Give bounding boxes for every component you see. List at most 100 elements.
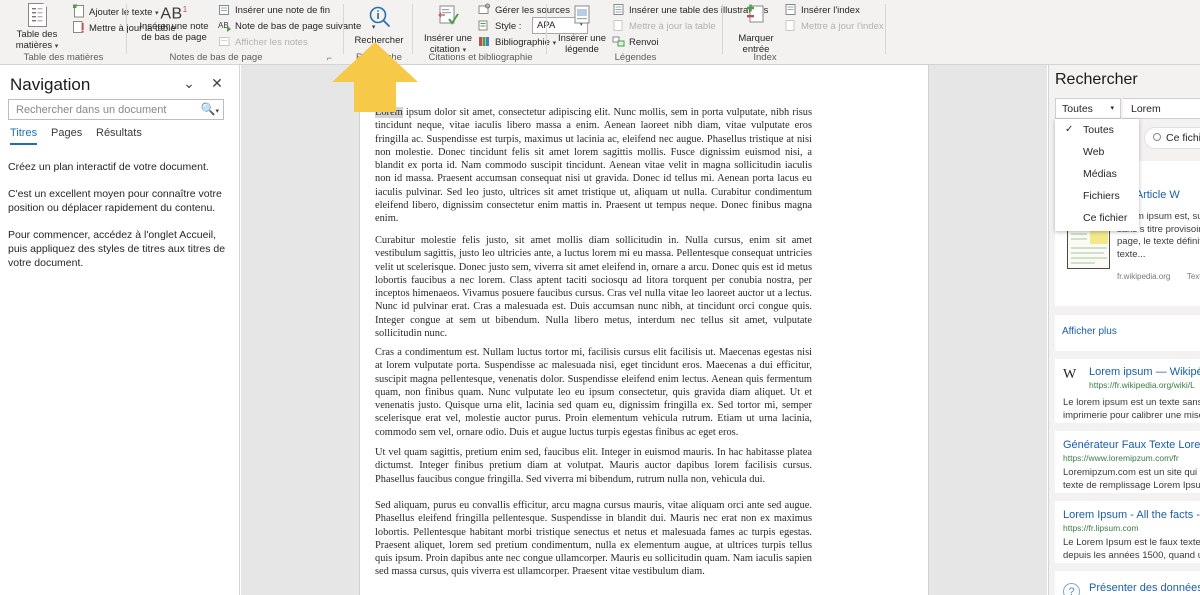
researcher-pane: Rechercher Toutes ▾ Ce fichier ✓ Toutes … xyxy=(1048,65,1200,595)
researcher-scope-value: Toutes xyxy=(1062,103,1093,115)
nav-hint-3: Pour commencer, accédez à l'onglet Accue… xyxy=(8,229,226,269)
document-paragraph-1[interactable]: Lorem ipsum dolor sit amet, consectetur … xyxy=(375,106,812,226)
ribbon-group-footnotes: AB1 Insérer une note de bas de page Insé… xyxy=(128,0,375,64)
show-notes-button: Afficher les notes xyxy=(218,35,308,50)
insert-index-button[interactable]: Insérer l'index xyxy=(784,3,860,18)
table-of-contents-label-1: Table des xyxy=(16,29,58,40)
researcher-this-file-chip[interactable]: Ce fichier xyxy=(1144,127,1200,149)
menu-item-toutes-label: Toutes xyxy=(1083,124,1114,136)
insert-caption-button[interactable]: Insérer une légende xyxy=(554,4,610,55)
result-url-wikipedia-link: https://fr.wikipedia.org/wiki/L xyxy=(1089,380,1195,390)
ribbon-references-tab: Table des matières ▾ Ajouter le texte ▾ xyxy=(0,0,1200,65)
result-head-microsoft-support[interactable]: Présenter des données d graphique - Supp… xyxy=(1089,581,1200,595)
insert-endnote-icon xyxy=(218,3,232,17)
navigation-empty-state: Créez un plan interactif de votre docume… xyxy=(8,160,232,283)
insert-table-of-figures-icon xyxy=(612,3,626,17)
citation-style-row: Style : xyxy=(478,19,521,34)
result-snippet-loremipzum: Loremipzum.com est un site qui vous text… xyxy=(1063,467,1200,491)
nav-tab-results[interactable]: Résultats xyxy=(96,127,142,143)
result-title-microsoft-support[interactable]: Présenter des données d graphique - Supp… xyxy=(1089,581,1200,595)
group-label-index: Index xyxy=(753,52,777,63)
table-of-contents-button[interactable]: Table des matières ▾ xyxy=(8,3,66,52)
document-paragraph-4[interactable]: Ut vel quam sagittis, pretium enim sed, … xyxy=(375,446,812,486)
insert-footnote-label-2: de bas de page xyxy=(141,32,207,44)
document-canvas[interactable]: Lorem ipsum dolor sit amet, consectetur … xyxy=(241,65,1047,595)
result-url-loremipzum: https://www.loremipzum.com/fr xyxy=(1063,453,1179,463)
bibliography-button[interactable]: Bibliographie ▾ xyxy=(478,35,556,51)
insert-citation-label-1: Insérer une xyxy=(423,33,473,44)
menu-item-toutes[interactable]: ✓ Toutes xyxy=(1055,119,1139,141)
researcher-this-file-label: Ce fichier xyxy=(1166,132,1200,144)
group-divider xyxy=(885,4,886,54)
result-url-lipsum: https://fr.lipsum.com xyxy=(1063,523,1139,533)
table-of-contents-icon xyxy=(27,3,47,27)
menu-item-medias[interactable]: Médias xyxy=(1055,163,1139,185)
researcher-scope-menu[interactable]: ✓ Toutes Web Médias Fichiers Ce fichier xyxy=(1055,119,1139,231)
researcher-button[interactable]: Rechercher xyxy=(349,4,409,46)
next-footnote-icon: AB xyxy=(218,19,232,33)
nav-tab-pages[interactable]: Pages xyxy=(51,127,82,143)
navigation-pane-title: Navigation xyxy=(10,75,91,94)
show-more-row[interactable]: Afficher plus xyxy=(1055,315,1200,351)
menu-item-fichiers[interactable]: Fichiers xyxy=(1055,185,1139,207)
insert-footnote-label-1: Insérer une note xyxy=(139,21,209,33)
document-paragraph-5[interactable]: Sed aliquam, purus eu convallis efficitu… xyxy=(375,499,812,579)
insert-citation-button[interactable]: Insérer une citation ▾ xyxy=(420,4,476,56)
chevron-down-icon[interactable]: ▾ xyxy=(55,43,59,50)
update-figures-table-icon xyxy=(612,19,626,33)
result-title-loremipzum[interactable]: Générateur Faux Texte Lorem Ip xyxy=(1063,439,1200,452)
menu-item-ce-fichier[interactable]: Ce fichier xyxy=(1055,207,1139,229)
footnote-ab-icon: AB1 xyxy=(160,5,188,23)
close-icon[interactable]: ✕ xyxy=(207,75,227,92)
update-index-label: Mettre à jour l'index xyxy=(801,21,884,32)
ribbon-group-citations: Insérer une citation ▾ Gérer les sources… xyxy=(414,0,588,64)
menu-item-ce-fichier-label: Ce fichier xyxy=(1083,212,1128,224)
insert-endnote-button[interactable]: Insérer une note de fin xyxy=(218,3,330,18)
result-card-microsoft-support[interactable]: ? Présenter des données d graphique - Su… xyxy=(1055,571,1200,595)
update-index-icon xyxy=(784,19,798,33)
mark-entry-label-1: Marquer xyxy=(738,33,774,44)
citation-style-icon xyxy=(478,19,492,33)
result-card-loremipzum[interactable]: Générateur Faux Texte Lorem Ip https://w… xyxy=(1055,431,1200,493)
result-card-lipsum[interactable]: Lorem Ipsum - All the facts - Li https:/… xyxy=(1055,501,1200,563)
group-divider xyxy=(546,4,547,54)
mark-entry-button[interactable]: Marquer entrée xyxy=(732,4,780,55)
navigation-search-box[interactable]: 🔍▾ xyxy=(8,99,224,120)
group-divider xyxy=(126,4,127,54)
table-of-contents-label-2: matières xyxy=(15,40,53,51)
navigation-tabs: Titres Pages Résultats xyxy=(6,127,236,149)
result-title-wikipedia-link[interactable]: Lorem ipsum — Wikipéd xyxy=(1089,366,1200,379)
update-figures-table-label: Mettre à jour la table xyxy=(629,21,716,32)
mark-entry-icon xyxy=(732,4,780,31)
navigation-search-input[interactable] xyxy=(14,100,196,119)
citation-style-label: Style : xyxy=(495,21,522,32)
cross-reference-button[interactable]: Renvoi xyxy=(612,35,659,50)
result-snippet-wrap: Le lorem ipsum est un texte sans sign im… xyxy=(1063,397,1200,422)
insert-footnote-button[interactable]: AB1 Insérer une note de bas de page xyxy=(136,4,212,43)
document-paragraph-3[interactable]: Cras a condimentum est. Nullam luctus to… xyxy=(375,346,812,439)
update-index-button: Mettre à jour l'index xyxy=(784,19,884,34)
radio-icon[interactable] xyxy=(1153,133,1161,141)
result-title-lipsum[interactable]: Lorem Ipsum - All the facts - Li xyxy=(1063,509,1200,522)
researcher-query-box[interactable] xyxy=(1123,98,1200,119)
result-card-wikipedia-link[interactable]: W Lorem ipsum — Wikipéd https://fr.wikip… xyxy=(1055,359,1200,423)
result-source-extra: Text xyxy=(1186,272,1200,281)
menu-item-web[interactable]: Web xyxy=(1055,141,1139,163)
menu-item-fichiers-label: Fichiers xyxy=(1083,190,1120,202)
bibliography-label: Bibliographie xyxy=(495,37,550,48)
nav-hint-2: C'est un excellent moyen pour connaître … xyxy=(8,188,222,214)
nav-tab-headings[interactable]: Titres xyxy=(10,127,38,145)
document-paragraph-2[interactable]: Curabitur molestie felis justo, sit amet… xyxy=(375,234,812,340)
manage-sources-icon xyxy=(478,3,492,17)
show-more-link[interactable]: Afficher plus xyxy=(1062,326,1117,337)
researcher-scope-dropdown[interactable]: Toutes ▾ xyxy=(1055,98,1121,119)
insert-caption-label-1: Insérer une xyxy=(557,33,607,44)
chevron-down-icon[interactable]: ⌄ xyxy=(179,75,199,92)
document-page[interactable]: Lorem ipsum dolor sit amet, consectetur … xyxy=(360,65,928,595)
researcher-query-input[interactable] xyxy=(1129,99,1200,118)
chevron-down-icon[interactable]: ▾ xyxy=(1110,104,1114,112)
check-icon: ✓ xyxy=(1065,124,1074,135)
show-notes-icon xyxy=(218,35,232,49)
search-icon[interactable]: 🔍▾ xyxy=(201,102,219,116)
result-head-wikipedia-link[interactable]: Lorem ipsum — Wikipéd https://fr.wikiped… xyxy=(1089,366,1200,394)
